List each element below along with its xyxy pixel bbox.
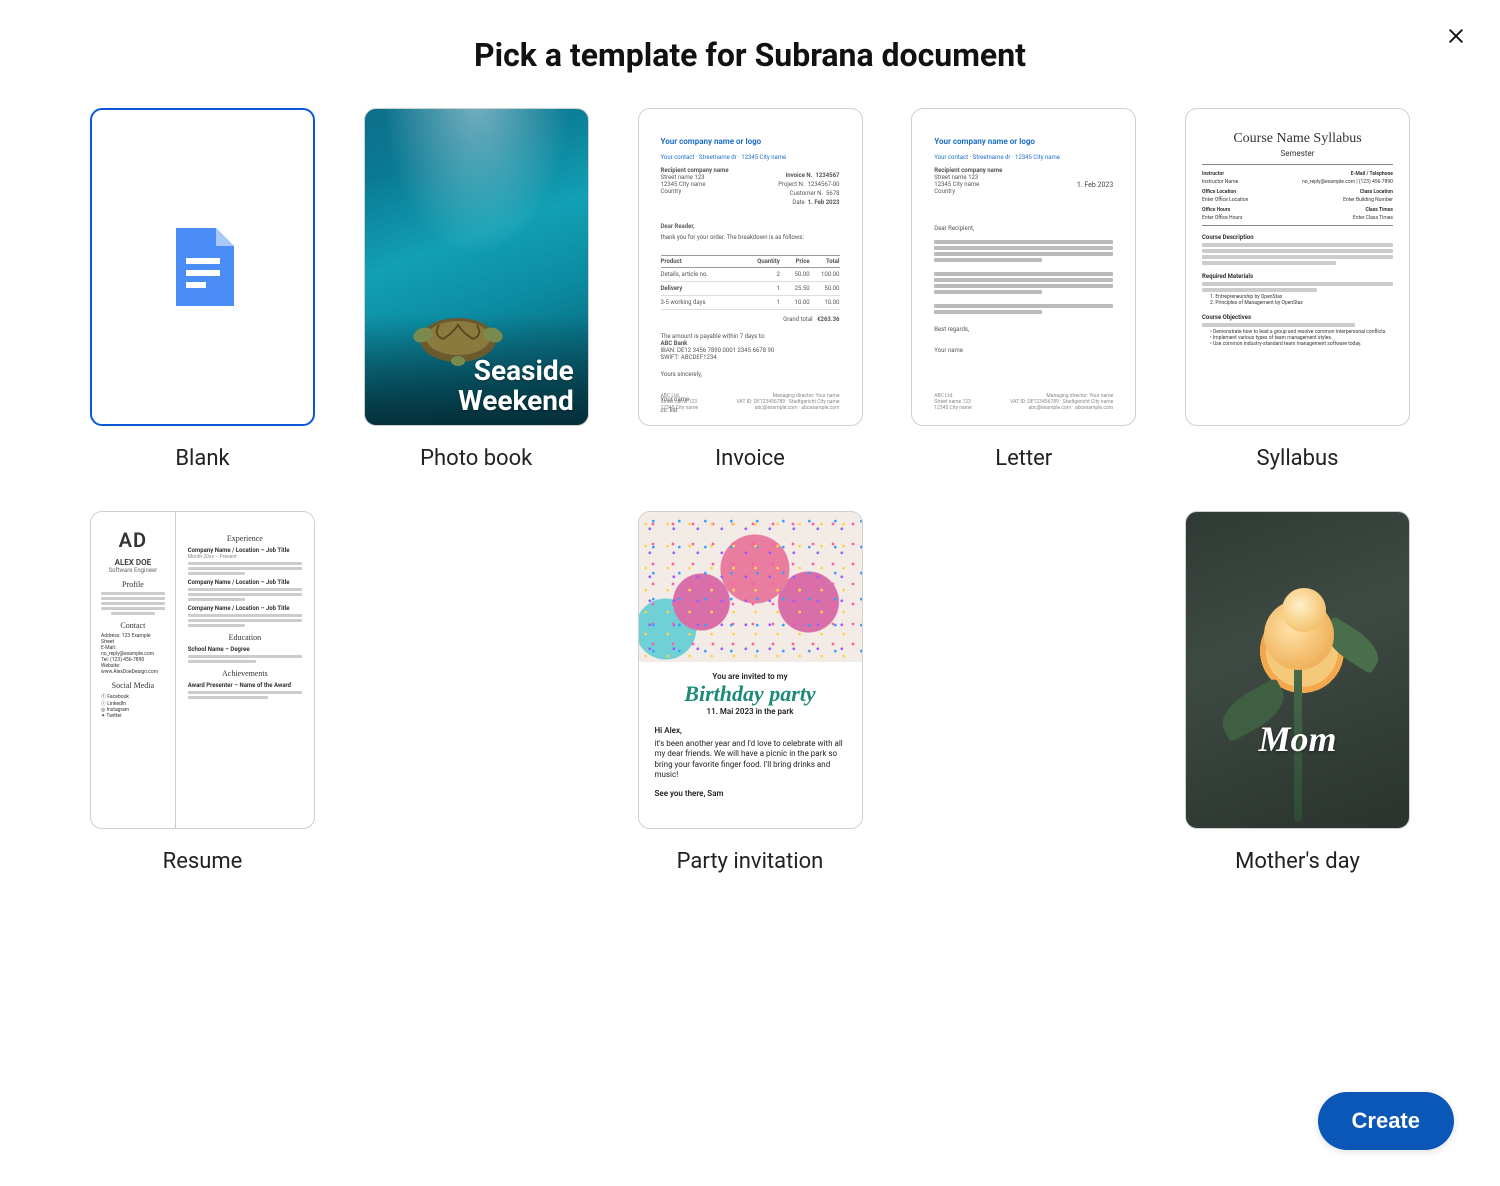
template-grid: Blank Seaside Weekend Photo book Y <box>90 108 1410 874</box>
template-invoice: Your company name or logo Your contact ·… <box>638 108 863 471</box>
close-button[interactable] <box>1440 20 1472 52</box>
template-blank: Blank <box>90 108 315 471</box>
template-mothers-day: Mom Mother's day <box>1185 511 1410 874</box>
create-button[interactable]: Create <box>1318 1092 1454 1150</box>
template-label: Invoice <box>715 446 785 471</box>
template-card-invoice[interactable]: Your company name or logo Your contact ·… <box>638 108 863 426</box>
template-label: Party invitation <box>677 849 824 874</box>
template-syllabus: Course Name Syllabus Semester Instructor… <box>1185 108 1410 471</box>
template-card-blank[interactable] <box>90 108 315 426</box>
template-label: Mother's day <box>1235 849 1360 874</box>
modal-title: Pick a template for Subrana document <box>90 36 1410 74</box>
template-letter: Your company name or logo Your contact ·… <box>911 108 1136 471</box>
template-label: Blank <box>175 446 229 471</box>
template-label: Syllabus <box>1257 446 1339 471</box>
party-photo <box>639 512 862 662</box>
close-icon <box>1446 26 1466 46</box>
template-label: Resume <box>163 849 243 874</box>
template-photo-book: Seaside Weekend Photo book <box>364 108 589 471</box>
template-label: Photo book <box>420 446 532 471</box>
template-party-invitation: You are invited to my Birthday party 11.… <box>638 511 863 874</box>
photobook-line1: Seaside <box>458 356 574 385</box>
invoice-company-header: Your company name or logo <box>661 137 840 146</box>
template-card-letter[interactable]: Your company name or logo Your contact ·… <box>911 108 1136 426</box>
document-icon <box>172 228 234 306</box>
photobook-line2: Weekend <box>458 386 574 415</box>
template-card-mothers-day[interactable]: Mom <box>1185 511 1410 829</box>
invoice-sender-line: Your contact · Streetname dr · 12345 Cit… <box>661 154 840 161</box>
template-card-photo-book[interactable]: Seaside Weekend <box>364 108 589 426</box>
template-card-resume[interactable]: AD ALEX DOE Software Engineer Profile Co… <box>90 511 315 829</box>
template-card-syllabus[interactable]: Course Name Syllabus Semester Instructor… <box>1185 108 1410 426</box>
template-card-party-invitation[interactable]: You are invited to my Birthday party 11.… <box>638 511 863 829</box>
mothers-day-text: Mom <box>1186 718 1409 760</box>
template-label: Letter <box>995 446 1052 471</box>
template-resume: AD ALEX DOE Software Engineer Profile Co… <box>90 511 315 874</box>
